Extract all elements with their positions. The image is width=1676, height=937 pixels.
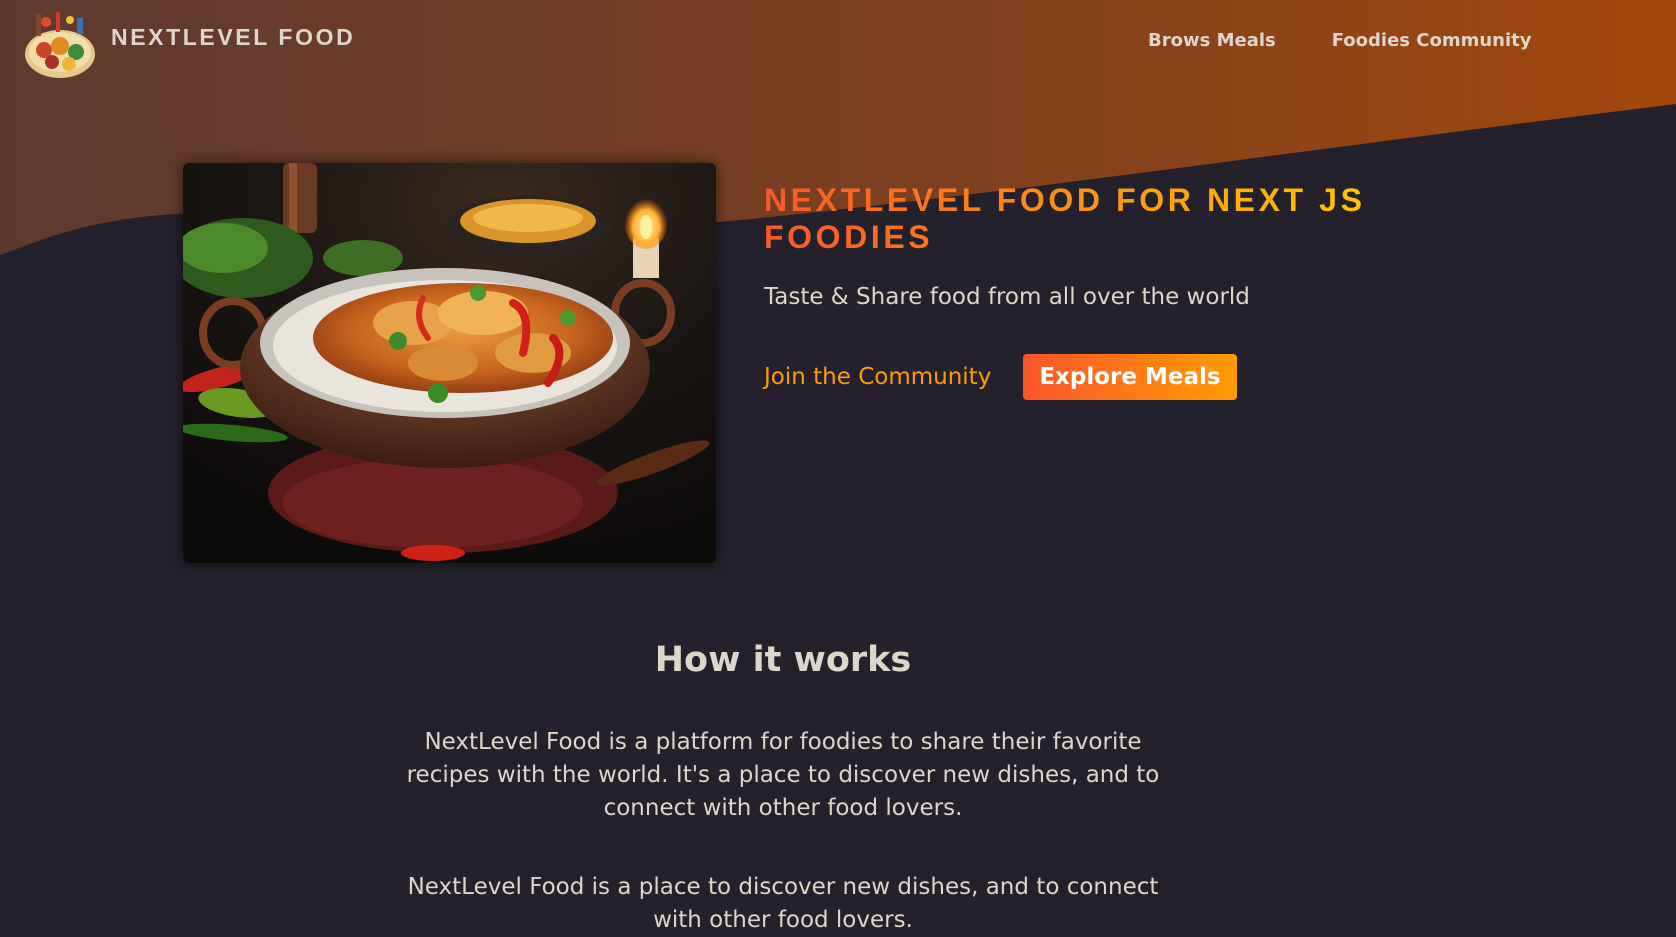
how-it-works-title: How it works bbox=[654, 640, 912, 680]
hero-tagline: Taste & Share food from all over the wor… bbox=[764, 284, 1250, 310]
hero-food-image bbox=[183, 163, 716, 563]
hero-cta-row: Join the Community Explore Meals bbox=[764, 354, 1237, 400]
brand-name: NEXTLEVEL FOOD bbox=[111, 24, 356, 50]
main-nav: Brows Meals Foodies Community bbox=[1148, 30, 1532, 51]
hero-title: NEXTLEVEL FOOD FOR NEXT JS FOODIES bbox=[764, 182, 1384, 256]
curry-bowl-illustration bbox=[183, 163, 716, 563]
explore-meals-button[interactable]: Explore Meals bbox=[1023, 354, 1237, 400]
join-community-link[interactable]: Join the Community bbox=[764, 364, 991, 390]
hero-section: NEXTLEVEL FOOD FOR NEXT JS FOODIES Taste… bbox=[764, 182, 1384, 400]
how-it-works-paragraph: NextLevel Food is a platform for foodies… bbox=[406, 729, 1160, 821]
food-plate-logo-icon bbox=[25, 12, 95, 78]
how-it-works-paragraph: NextLevel Food is a place to discover ne… bbox=[407, 874, 1159, 933]
how-it-works-section: How it works NextLevel Food is a platfor… bbox=[383, 640, 1183, 937]
site-header: NEXTLEVEL FOOD Brows Meals Foodies Commu… bbox=[0, 0, 1676, 90]
logo-link[interactable] bbox=[22, 6, 98, 82]
nav-link-browse-meals[interactable]: Brows Meals bbox=[1148, 30, 1276, 51]
nav-link-foodies-community[interactable]: Foodies Community bbox=[1332, 30, 1532, 51]
